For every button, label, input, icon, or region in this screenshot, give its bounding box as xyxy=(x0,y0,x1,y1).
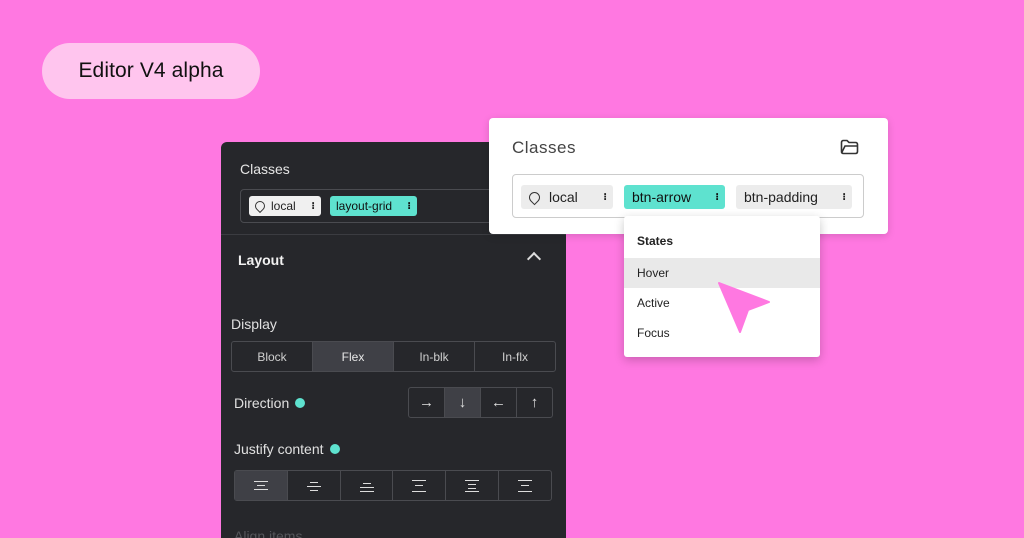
class-chip-btn-arrow[interactable]: btn-arrow ⁝ xyxy=(624,185,725,209)
justify-end-button[interactable] xyxy=(341,471,394,500)
indicator-dot-icon xyxy=(295,398,306,408)
justify-space-between-button[interactable] xyxy=(393,471,447,500)
classes-card-title: Classes xyxy=(512,138,576,157)
class-chip-btn-padding[interactable]: btn-padding ⁝ xyxy=(736,185,852,209)
states-menu-header: States xyxy=(637,234,674,248)
display-label: Display xyxy=(231,316,277,332)
class-chip-local[interactable]: local ⁝ xyxy=(521,185,613,209)
chevron-up-icon[interactable] xyxy=(526,251,542,267)
align-items-label: Align items xyxy=(234,528,303,538)
more-vertical-icon[interactable]: ⁝ xyxy=(603,192,607,203)
class-chip-label: btn-padding xyxy=(744,189,818,205)
justify-content-label-text: Justify content xyxy=(234,441,324,457)
justify-center-icon xyxy=(306,480,321,492)
class-chip-label: local xyxy=(549,189,578,205)
direction-column-reverse-button[interactable]: ↑ xyxy=(517,388,552,417)
direction-row-button[interactable]: → xyxy=(409,388,445,417)
class-chip-local[interactable]: local ⁝ xyxy=(249,196,321,216)
class-chip-label: btn-arrow xyxy=(632,189,692,205)
more-vertical-icon[interactable]: ⁝ xyxy=(311,201,315,212)
direction-label: Direction xyxy=(234,395,306,411)
justify-start-button[interactable] xyxy=(235,471,288,500)
justify-end-icon xyxy=(359,480,374,492)
class-chip-label: local xyxy=(271,199,296,213)
class-chip-layout-grid[interactable]: layout-grid ⁝ xyxy=(330,196,417,216)
display-option-inline-block[interactable]: In-blk xyxy=(394,342,475,371)
layout-section-title[interactable]: Layout xyxy=(238,252,284,268)
direction-toggle-group: → ↓ ← ↑ xyxy=(408,387,553,418)
direction-row-reverse-button[interactable]: ← xyxy=(481,388,517,417)
justify-center-button[interactable] xyxy=(288,471,341,500)
display-toggle-group: Block Flex In-blk In-flx xyxy=(231,341,556,372)
direction-column-button[interactable]: ↓ xyxy=(445,388,481,417)
justify-space-between-icon xyxy=(412,479,427,492)
display-option-inline-flex[interactable]: In-flx xyxy=(475,342,555,371)
display-option-flex[interactable]: Flex xyxy=(313,342,394,371)
justify-space-around-button[interactable] xyxy=(446,471,500,500)
justify-space-around-icon xyxy=(465,479,480,492)
justify-start-icon xyxy=(253,480,268,492)
justify-space-evenly-button[interactable] xyxy=(499,471,551,500)
justify-space-evenly-icon xyxy=(518,479,533,492)
justify-content-toggle-group xyxy=(234,470,552,501)
classes-label: Classes xyxy=(240,161,290,177)
editor-version-badge: Editor V4 alpha xyxy=(42,43,260,99)
more-vertical-icon[interactable]: ⁝ xyxy=(407,201,411,212)
display-option-block[interactable]: Block xyxy=(232,342,313,371)
section-divider xyxy=(221,234,566,235)
indicator-dot-icon xyxy=(329,444,340,454)
more-vertical-icon[interactable]: ⁝ xyxy=(715,192,719,203)
more-vertical-icon[interactable]: ⁝ xyxy=(842,192,846,203)
justify-content-label: Justify content xyxy=(234,441,340,457)
location-pin-icon xyxy=(526,189,543,205)
direction-label-text: Direction xyxy=(234,395,290,411)
pointer-cursor-icon xyxy=(718,282,770,333)
class-chip-label: layout-grid xyxy=(336,199,393,213)
location-pin-icon xyxy=(252,198,268,214)
folder-icon[interactable] xyxy=(840,139,859,155)
classes-selector[interactable]: local ⁝ btn-arrow ⁝ btn-padding ⁝ xyxy=(512,174,864,218)
classes-selector[interactable]: local ⁝ layout-grid ⁝ xyxy=(240,189,510,223)
